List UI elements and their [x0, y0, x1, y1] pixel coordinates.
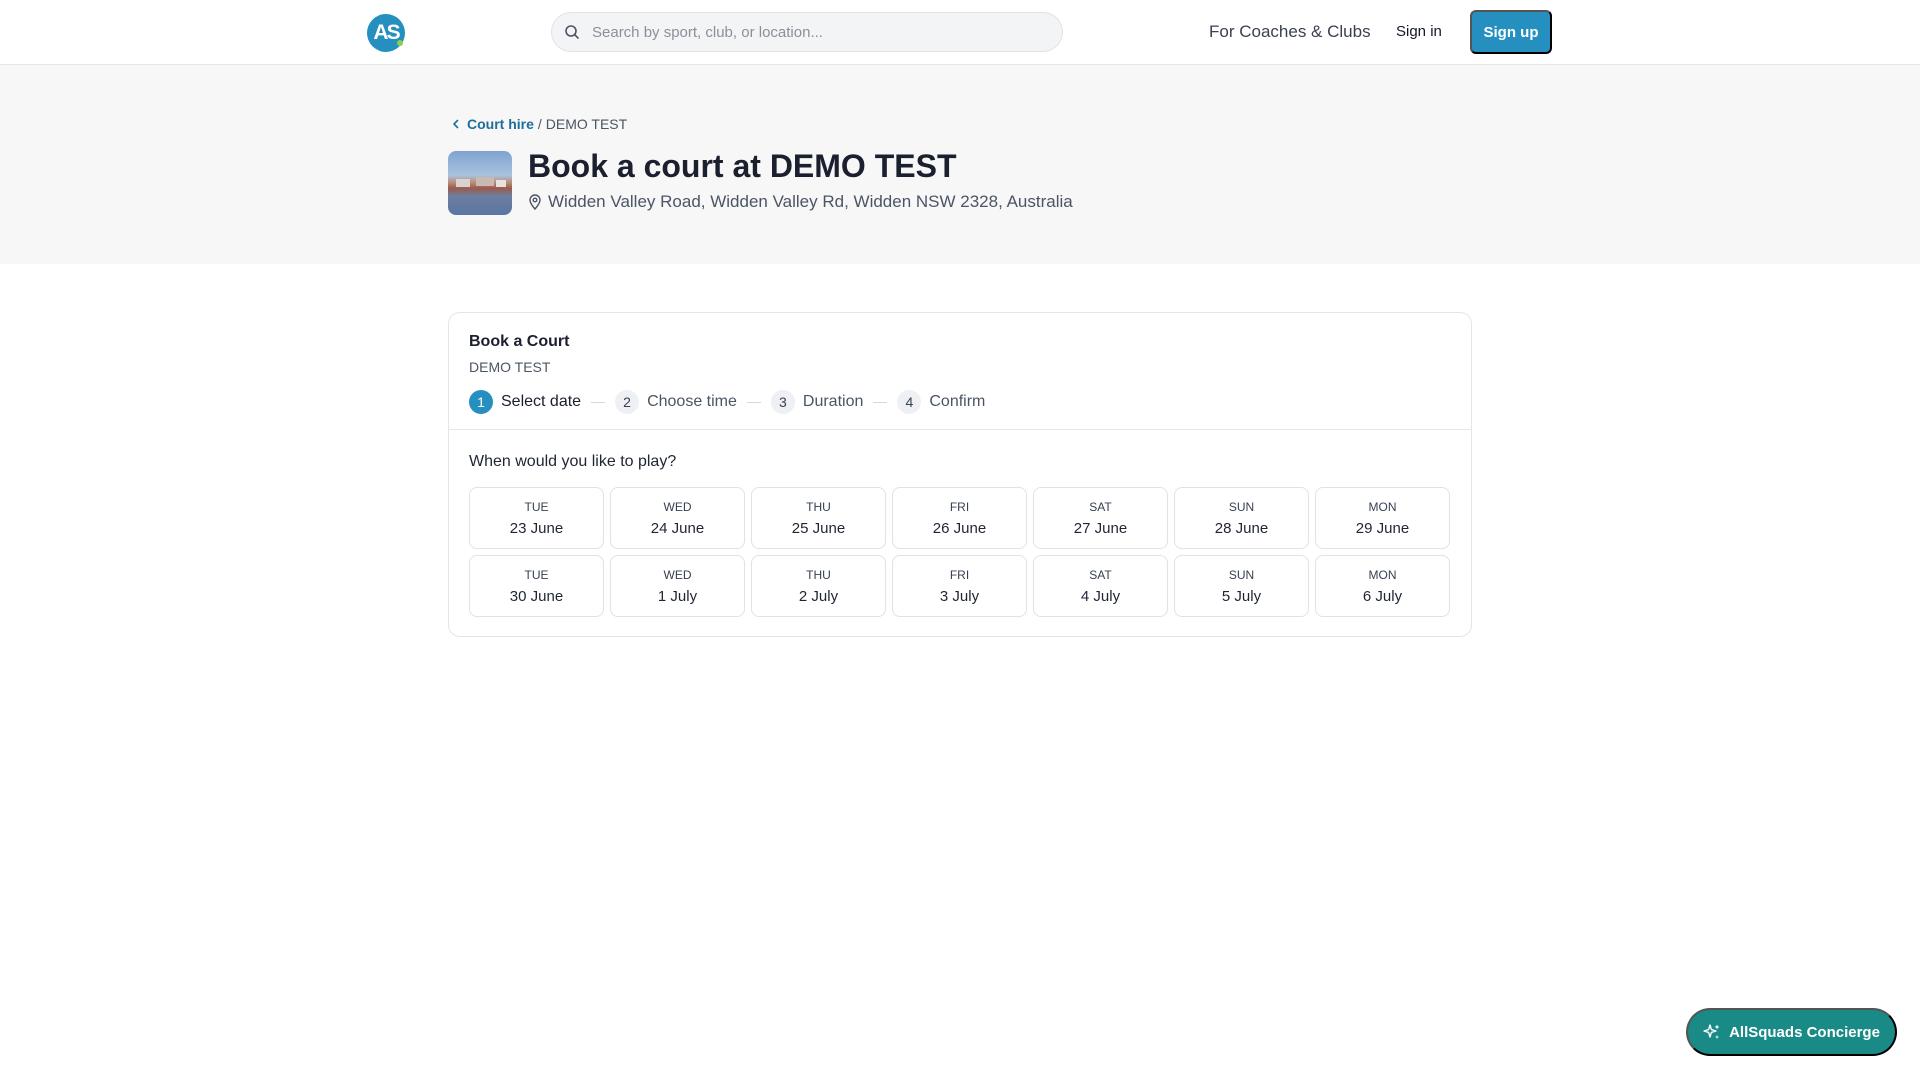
date-day: 23 June — [509, 519, 564, 537]
date-weekday: TUE — [524, 567, 549, 582]
date-option[interactable]: THU 2 July — [751, 555, 886, 617]
date-weekday: THU — [806, 567, 831, 582]
date-day: 6 July — [1362, 587, 1403, 605]
date-option[interactable]: MON 6 July — [1315, 555, 1450, 617]
venue-address: Widden Valley Road, Widden Valley Rd, Wi… — [528, 192, 1073, 212]
for-coaches-clubs-link[interactable]: For Coaches & Clubs — [1209, 22, 1371, 42]
venue-header-band — [0, 65, 1920, 264]
date-weekday: FRI — [949, 499, 970, 514]
date-option[interactable]: WED 1 July — [610, 555, 745, 617]
date-day: 30 June — [509, 587, 564, 605]
date-weekday: WED — [663, 567, 692, 582]
date-option[interactable]: TUE 23 June — [469, 487, 604, 549]
date-day: 28 June — [1214, 519, 1269, 537]
booking-card-title: Book a Court — [469, 333, 570, 350]
date-option[interactable]: SUN 5 July — [1174, 555, 1309, 617]
concierge-button[interactable]: AllSquads Concierge — [1686, 1008, 1897, 1056]
date-weekday: SAT — [1089, 499, 1112, 514]
date-option[interactable]: SAT 4 July — [1033, 555, 1168, 617]
date-day: 26 June — [932, 519, 987, 537]
date-day: 1 July — [657, 587, 698, 605]
booking-venue-name: DEMO TEST — [469, 359, 551, 375]
step-label: Confirm — [929, 393, 986, 410]
booking-steps: 1 Select date 2 Choose time 3 Duration 4… — [469, 389, 985, 415]
date-option[interactable]: MON 29 June — [1315, 487, 1450, 549]
sign-up-button[interactable]: Sign up — [1470, 10, 1552, 54]
date-day: 5 July — [1221, 587, 1262, 605]
search-input[interactable] — [592, 23, 1032, 41]
date-day: 2 July — [798, 587, 839, 605]
step-choose-time[interactable]: 2 Choose time — [615, 390, 737, 414]
date-option[interactable]: WED 24 June — [610, 487, 745, 549]
allsquads-logo[interactable]: AS — [367, 14, 405, 52]
date-option[interactable]: SUN 28 June — [1174, 487, 1309, 549]
logo-dot — [397, 40, 403, 46]
breadcrumb-current: DEMO TEST — [545, 116, 628, 132]
logo-text: AS — [373, 21, 400, 44]
sparkles-icon — [1703, 1024, 1720, 1039]
step-label: Select date — [501, 393, 582, 410]
map-pin-icon — [529, 194, 541, 210]
date-option[interactable]: FRI 3 July — [892, 555, 1027, 617]
step-duration[interactable]: 3 Duration — [770, 390, 864, 414]
date-day: 24 June — [650, 519, 705, 537]
date-day: 27 June — [1073, 519, 1128, 537]
step-divider — [873, 401, 888, 403]
step-number: 3 — [770, 390, 795, 414]
date-option[interactable]: FRI 26 June — [892, 487, 1027, 549]
date-weekday: TUE — [524, 499, 549, 514]
top-navigation: AS For Coaches & Clubs Sign in Sign up — [0, 0, 1920, 65]
date-day: 4 July — [1080, 587, 1121, 605]
date-day: 3 July — [939, 587, 980, 605]
step-number: 2 — [615, 390, 640, 414]
page-title: Book a court at DEMO TEST — [528, 148, 957, 184]
date-question: When would you like to play? — [469, 453, 677, 470]
concierge-label: AllSquads Concierge — [1729, 1023, 1880, 1041]
step-divider — [591, 401, 606, 403]
step-label: Choose time — [647, 393, 737, 410]
card-divider — [449, 429, 1471, 430]
booking-card: Book a Court DEMO TEST 1 Select date 2 C… — [448, 312, 1472, 637]
date-day: 25 June — [791, 519, 846, 537]
sign-in-link[interactable]: Sign in — [1396, 23, 1442, 40]
date-weekday: MON — [1368, 567, 1397, 582]
date-weekday: SUN — [1228, 567, 1255, 582]
search-bar[interactable] — [551, 12, 1063, 52]
chevron-left-icon[interactable] — [451, 119, 461, 129]
date-option[interactable]: TUE 30 June — [469, 555, 604, 617]
date-option[interactable]: THU 25 June — [751, 487, 886, 549]
breadcrumb-court-hire-link[interactable]: Court hire — [467, 116, 534, 132]
step-number: 4 — [897, 390, 922, 414]
step-label: Duration — [802, 393, 864, 410]
date-day: 29 June — [1355, 519, 1410, 537]
date-weekday: FRI — [949, 567, 970, 582]
venue-image — [448, 151, 512, 215]
date-weekday: MON — [1368, 499, 1397, 514]
search-icon — [565, 25, 579, 39]
date-weekday: THU — [806, 499, 831, 514]
date-weekday: SUN — [1228, 499, 1255, 514]
step-number: 1 — [469, 390, 493, 414]
step-confirm[interactable]: 4 Confirm — [897, 390, 985, 414]
address-text: Widden Valley Road, Widden Valley Rd, Wi… — [548, 192, 1073, 211]
date-option[interactable]: SAT 27 June — [1033, 487, 1168, 549]
date-weekday: WED — [663, 499, 692, 514]
step-divider — [746, 401, 761, 403]
breadcrumb-separator: / — [537, 116, 542, 132]
date-grid: TUE 23 June WED 24 June THU 25 June FRI 26 J… — [469, 487, 1453, 617]
step-select-date[interactable]: 1 Select date — [469, 390, 581, 414]
date-weekday: SAT — [1089, 567, 1112, 582]
breadcrumb: Court hire / DEMO TEST — [451, 116, 627, 132]
